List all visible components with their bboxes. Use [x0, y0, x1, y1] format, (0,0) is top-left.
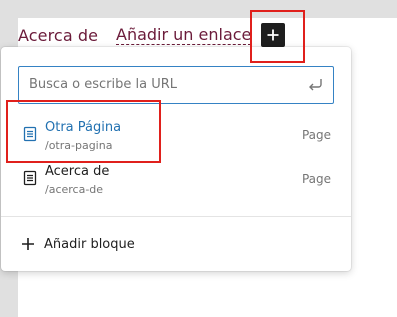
search-result-item[interactable]: Acerca de /acerca-de Page [14, 163, 339, 207]
add-block-label: Añadir bloque [44, 236, 135, 252]
result-url: /acerca-de [45, 183, 104, 196]
result-type: Page [301, 172, 331, 186]
page-icon [23, 170, 37, 186]
divider [1, 216, 351, 217]
add-block-button[interactable]: Añadir bloque [21, 234, 135, 254]
result-title: Acerca de [45, 164, 110, 179]
result-type: Page [301, 128, 331, 142]
plus-icon [267, 29, 279, 41]
plus-icon [22, 238, 34, 250]
page-icon [23, 126, 37, 142]
link-control-popover: Otra Página /otra-pagina Page Acerca de … [1, 47, 351, 271]
enter-icon[interactable] [306, 76, 324, 94]
url-search-field [18, 66, 334, 104]
url-search-input[interactable] [29, 67, 299, 102]
add-nav-item-button[interactable] [261, 23, 285, 47]
result-title: Otra Página [45, 120, 122, 135]
search-result-item[interactable]: Otra Página /otra-pagina Page [14, 119, 339, 163]
navigation-block: Acerca de Añadir un enlace [18, 24, 252, 46]
result-url: /otra-pagina [45, 139, 113, 152]
nav-item-acerca-de[interactable]: Acerca de [18, 26, 98, 45]
nav-add-link-placeholder[interactable]: Añadir un enlace [116, 25, 252, 45]
